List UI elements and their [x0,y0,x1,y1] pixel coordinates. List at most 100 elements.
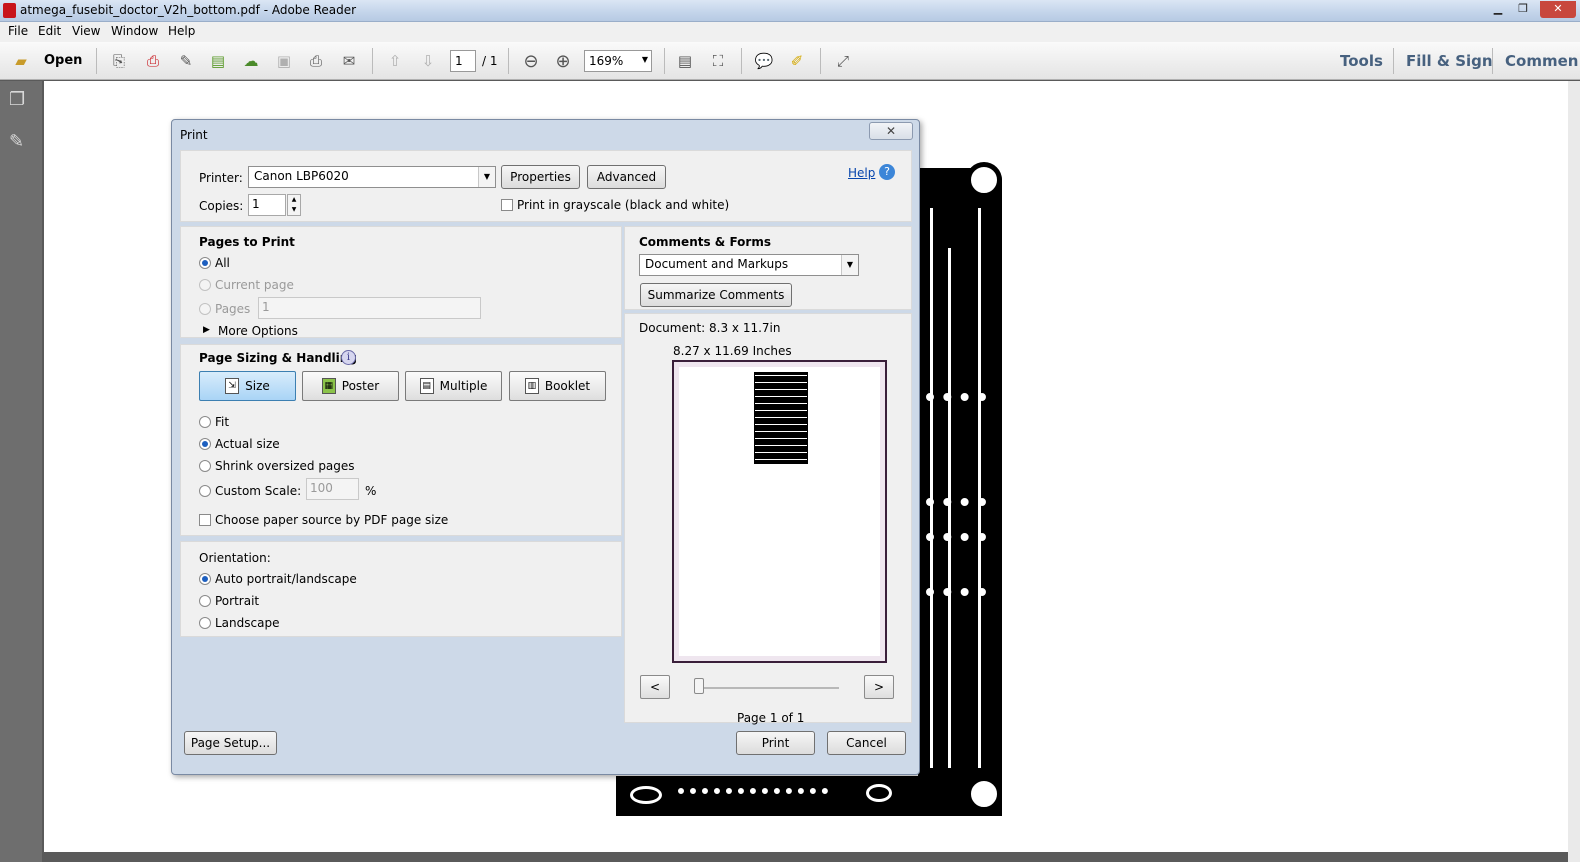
current-page-radio[interactable] [199,279,211,291]
toolbar: ▰ Open ⎘ ⎙ ✎ ▤ ☁ ▣ ⎙ ✉ ⇧ ⇩ 1 / 1 ⊖ ⊕ 169… [0,42,1580,80]
help-link[interactable]: Help [848,166,875,180]
all-pages-label: All [215,256,230,270]
summarize-comments-button[interactable]: Summarize Comments [640,283,792,307]
custom-scale-field[interactable]: 100 [306,478,359,500]
actual-size-radio[interactable] [199,438,211,450]
copies-stepper[interactable]: ▲ ▼ [287,194,301,216]
all-pages-radio[interactable] [199,257,211,269]
grayscale-checkbox[interactable] [501,199,513,211]
shrink-radio[interactable] [199,460,211,472]
folder-open-icon[interactable]: ▰ [10,50,32,72]
pages-to-print-pane: Pages to Print All Current page Pages 1 … [180,226,622,338]
chevron-down-icon: ▼ [641,55,648,64]
page-setup-button[interactable]: Page Setup... [184,731,277,755]
landscape-radio[interactable] [199,617,211,629]
zoom-in-icon[interactable]: ⊕ [552,50,574,72]
menu-help[interactable]: Help [168,24,195,38]
size-mode-button[interactable]: ⇲ Size [199,371,296,401]
create-pdf-icon[interactable]: ⎘ [108,50,130,72]
attachments-icon[interactable]: ✎ [9,131,29,155]
print-icon[interactable]: ⎙ [305,50,327,72]
save-icon[interactable]: ▣ [273,50,295,72]
expand-triangle-icon[interactable]: ▶ [203,325,210,335]
menu-file[interactable]: File [8,24,28,38]
print-button[interactable]: Print [736,731,815,755]
menu-edit[interactable]: Edit [38,24,61,38]
pcb-pad [630,786,662,804]
auto-orientation-radio[interactable] [199,573,211,585]
highlight-icon[interactable]: ✐ [786,50,808,72]
pcb-pads [926,393,986,409]
more-options-link[interactable]: More Options [218,324,298,338]
minimize-icon[interactable]: ▁ [1487,1,1509,18]
restore-icon[interactable]: ❐ [1512,1,1534,18]
portrait-radio[interactable] [199,595,211,607]
preview-slider-track[interactable] [697,687,839,689]
fill-sign-link[interactable]: Fill & Sign [1406,52,1493,70]
zoom-value: 169% [589,54,624,68]
fullscreen-icon[interactable]: ⤢ [832,50,854,72]
pages-range-field[interactable]: 1 [258,297,481,319]
fit-width-icon[interactable]: ⛶ [707,50,729,72]
fit-radio[interactable] [199,416,211,428]
pcb-trace [930,208,933,768]
pages-range-radio[interactable] [199,303,211,315]
pcb-pads [926,533,986,549]
window-title: atmega_fusebit_doctor_V2h_bottom.pdf - A… [20,3,357,17]
poster-mode-button[interactable]: ▦ Poster [302,371,399,401]
paper-source-checkbox[interactable] [199,514,211,526]
pcb-artwork-bottom [616,776,920,816]
grayscale-label: Print in grayscale (black and white) [517,198,730,212]
orientation-heading: Orientation: [199,551,271,565]
print-dialog: Print ✕ Printer: Canon LBP6020 ▼ Propert… [171,119,920,775]
help-icon[interactable]: ? [879,164,895,180]
pcb-artwork [918,162,1002,816]
page-indicator: Page 1 of 1 [737,711,805,725]
comment-link[interactable]: Commen [1505,52,1578,70]
toolbar-separator [96,48,97,74]
page-number-input[interactable]: 1 [450,50,476,72]
copies-field[interactable]: 1 [248,194,286,216]
printer-select[interactable]: Canon LBP6020 ▼ [248,166,496,188]
menu-view[interactable]: View [72,24,100,38]
info-icon[interactable]: i [341,350,356,365]
zoom-out-icon[interactable]: ⊖ [520,50,542,72]
preview-next-button[interactable]: > [864,675,894,699]
fit-page-icon[interactable]: ▤ [674,50,696,72]
open-button[interactable]: Open [44,53,82,68]
tools-link[interactable]: Tools [1340,52,1383,70]
next-page-icon[interactable]: ⇩ [417,50,439,72]
pages-to-print-heading: Pages to Print [199,235,295,249]
copies-label: Copies: [199,199,244,213]
booklet-mode-button[interactable]: ▥ Booklet [509,371,606,401]
comments-forms-select[interactable]: Document and Markups ▼ [639,254,859,276]
vertical-scrollbar[interactable] [1568,81,1580,862]
percent-label: % [365,484,377,498]
custom-scale-radio[interactable] [199,485,211,497]
export-pdf-icon[interactable]: ⎙ [142,50,164,72]
page-thumbnails-icon[interactable]: ❐ [9,89,29,113]
email-icon[interactable]: ✉ [338,50,360,72]
close-icon[interactable]: ✕ [869,122,913,140]
comments-forms-heading: Comments & Forms [639,235,771,249]
comment-icon[interactable]: 💬 [753,50,775,72]
properties-button[interactable]: Properties [501,165,580,189]
close-window-icon[interactable]: ✕ [1540,1,1576,18]
multiple-mode-button[interactable]: ▤ Multiple [405,371,502,401]
toolbar-separator [820,48,821,74]
pages-range-label: Pages [215,302,251,316]
open-folder-icon[interactable]: ▤ [207,50,229,72]
edit-pdf-icon[interactable]: ✎ [175,50,197,72]
zoom-combo[interactable]: 169% ▼ [584,50,652,72]
advanced-button[interactable]: Advanced [587,165,666,189]
page-preview-paper [679,367,880,656]
preview-slider-handle[interactable] [694,678,704,694]
previous-page-icon[interactable]: ⇧ [384,50,406,72]
cancel-button[interactable]: Cancel [827,731,906,755]
upload-cloud-icon[interactable]: ☁ [240,50,262,72]
menu-window[interactable]: Window [111,24,158,38]
preview-previous-button[interactable]: < [640,675,670,699]
preview-thumbnail [754,372,808,464]
poster-icon: ▦ [321,378,336,394]
page-total: / 1 [482,54,498,68]
